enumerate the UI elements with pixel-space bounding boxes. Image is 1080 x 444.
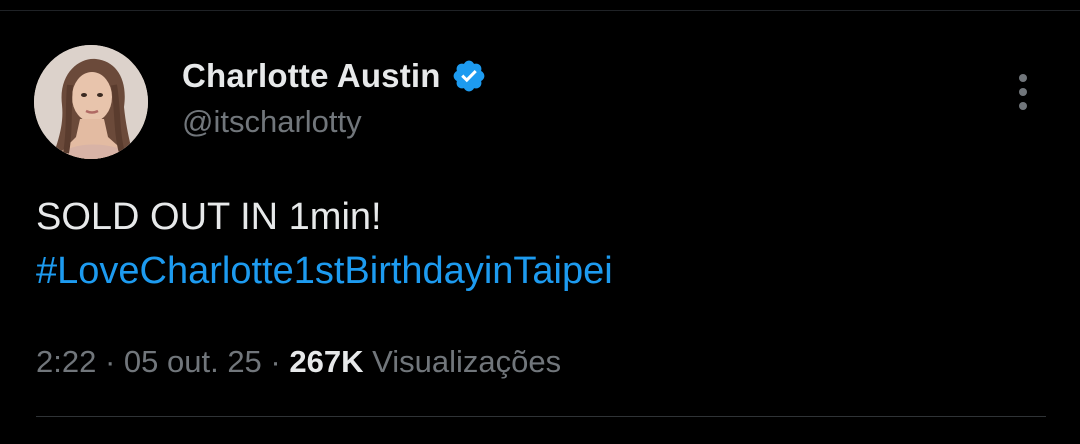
meta-separator: · [96,344,124,379]
tweet-date[interactable]: 05 out. 25 [124,344,262,379]
avatar-image [34,45,148,159]
meta-separator: · [261,344,290,379]
tweet-text: SOLD OUT IN 1min! #LoveCharlotte1stBirth… [36,190,613,298]
display-name[interactable]: Charlotte Austin [182,56,441,96]
more-vertical-icon [1019,102,1027,110]
author-handle[interactable]: @itscharlotty [182,103,362,141]
more-vertical-icon [1019,88,1027,96]
more-options-button[interactable] [1006,70,1040,114]
views-count[interactable]: 267K [289,344,363,379]
more-vertical-icon [1019,74,1027,82]
tweet-line: SOLD OUT IN 1min! [36,196,382,238]
avatar[interactable] [34,45,148,159]
hashtag-link[interactable]: #LoveCharlotte1stBirthdayinTaipei [36,250,613,292]
author-name-row[interactable]: Charlotte Austin [182,56,487,96]
top-divider [0,10,1080,11]
bottom-divider [36,416,1046,417]
views-label[interactable]: Visualizações [372,344,561,379]
verified-badge-icon [451,58,487,94]
tweet-meta: 2:22 · 05 out. 25 · 267K Visualizações [36,342,561,382]
tweet-time[interactable]: 2:22 [36,344,96,379]
